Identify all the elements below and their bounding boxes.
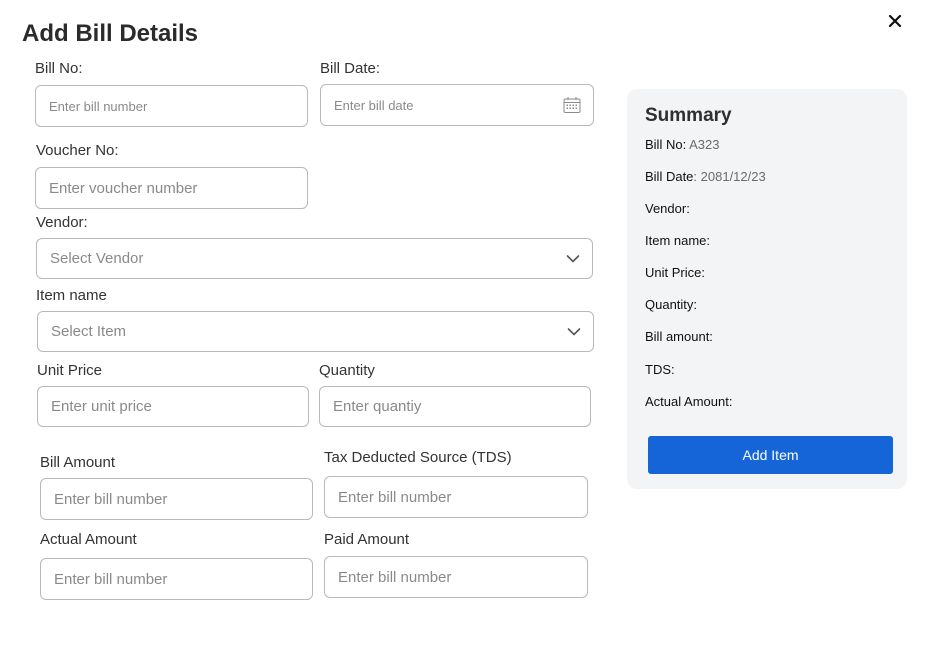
summary-value: : 2081/12/23	[693, 169, 766, 184]
item-select-value: Select Item	[51, 323, 127, 340]
summary-label: Unit Price:	[645, 265, 705, 280]
actual-amount-field	[40, 558, 313, 600]
summary-row-actual-amount: Actual Amount:	[645, 394, 732, 409]
tds-label: Tax Deducted Source (TDS)	[324, 449, 512, 466]
summary-label: Item name:	[645, 233, 711, 248]
summary-label: Bill amount:	[645, 329, 713, 344]
item-name-label: Item name	[36, 287, 107, 304]
paid-amount-field	[324, 556, 588, 598]
paid-amount-input[interactable]	[338, 568, 587, 586]
summary-label: Bill Date	[645, 169, 694, 184]
summary-value: A323	[686, 137, 720, 152]
summary-row-unit-price: Unit Price:	[645, 265, 705, 280]
actual-amount-label: Actual Amount	[40, 531, 137, 548]
calendar-icon[interactable]	[563, 97, 581, 114]
summary-row-bill-amount: Bill amount:	[645, 329, 713, 344]
quantity-input[interactable]	[333, 398, 590, 415]
tds-input[interactable]	[338, 488, 587, 506]
bill-date-label: Bill Date:	[320, 60, 381, 77]
quantity-label: Quantity	[319, 362, 375, 379]
summary-title: Summary	[645, 105, 732, 126]
page-title: Add Bill Details	[22, 20, 199, 47]
unit-price-field	[37, 386, 309, 427]
voucher-no-field	[35, 167, 308, 209]
voucher-no-label: Voucher No:	[36, 142, 119, 159]
bill-no-input[interactable]	[49, 98, 307, 114]
chevron-down-icon	[566, 254, 580, 263]
bill-amount-label: Bill Amount	[40, 454, 116, 471]
summary-row-tds: TDS:	[645, 362, 675, 377]
summary-row-bill-date: Bill Date: 2081/12/23	[645, 169, 766, 184]
tds-field	[324, 476, 588, 518]
bill-no-field	[35, 85, 308, 127]
summary-row-item-name: Item name:	[645, 233, 710, 248]
vendor-select-value: Select Vendor	[50, 250, 144, 267]
add-item-button[interactable]: Add Item	[648, 436, 893, 474]
vendor-select[interactable]: Select Vendor	[36, 238, 593, 279]
bill-date-input[interactable]	[334, 97, 593, 113]
paid-amount-label: Paid Amount	[324, 531, 410, 548]
summary-label: Actual Amount:	[645, 394, 733, 409]
unit-price-input[interactable]	[51, 398, 308, 415]
vendor-label: Vendor:	[36, 214, 88, 231]
summary-panel: Summary Bill No: A323 Bill Date: 2081/12…	[627, 89, 907, 489]
bill-date-field	[320, 84, 594, 126]
quantity-field	[319, 386, 591, 427]
voucher-no-input[interactable]	[49, 179, 307, 197]
close-icon[interactable]	[884, 10, 906, 32]
chevron-down-icon	[567, 327, 581, 336]
bill-amount-input[interactable]	[54, 490, 312, 508]
summary-row-quantity: Quantity:	[645, 297, 697, 312]
summary-row-vendor: Vendor:	[645, 201, 690, 216]
summary-label: Quantity:	[645, 297, 698, 312]
summary-label: TDS:	[645, 362, 675, 377]
actual-amount-input[interactable]	[54, 570, 312, 588]
summary-row-bill-no: Bill No: A323	[645, 137, 719, 152]
unit-price-label: Unit Price	[37, 362, 103, 379]
summary-label: Bill No:	[645, 137, 687, 152]
summary-label: Vendor:	[645, 201, 690, 216]
bill-no-label: Bill No:	[35, 60, 83, 77]
bill-amount-field	[40, 478, 313, 520]
item-select[interactable]: Select Item	[37, 311, 594, 352]
